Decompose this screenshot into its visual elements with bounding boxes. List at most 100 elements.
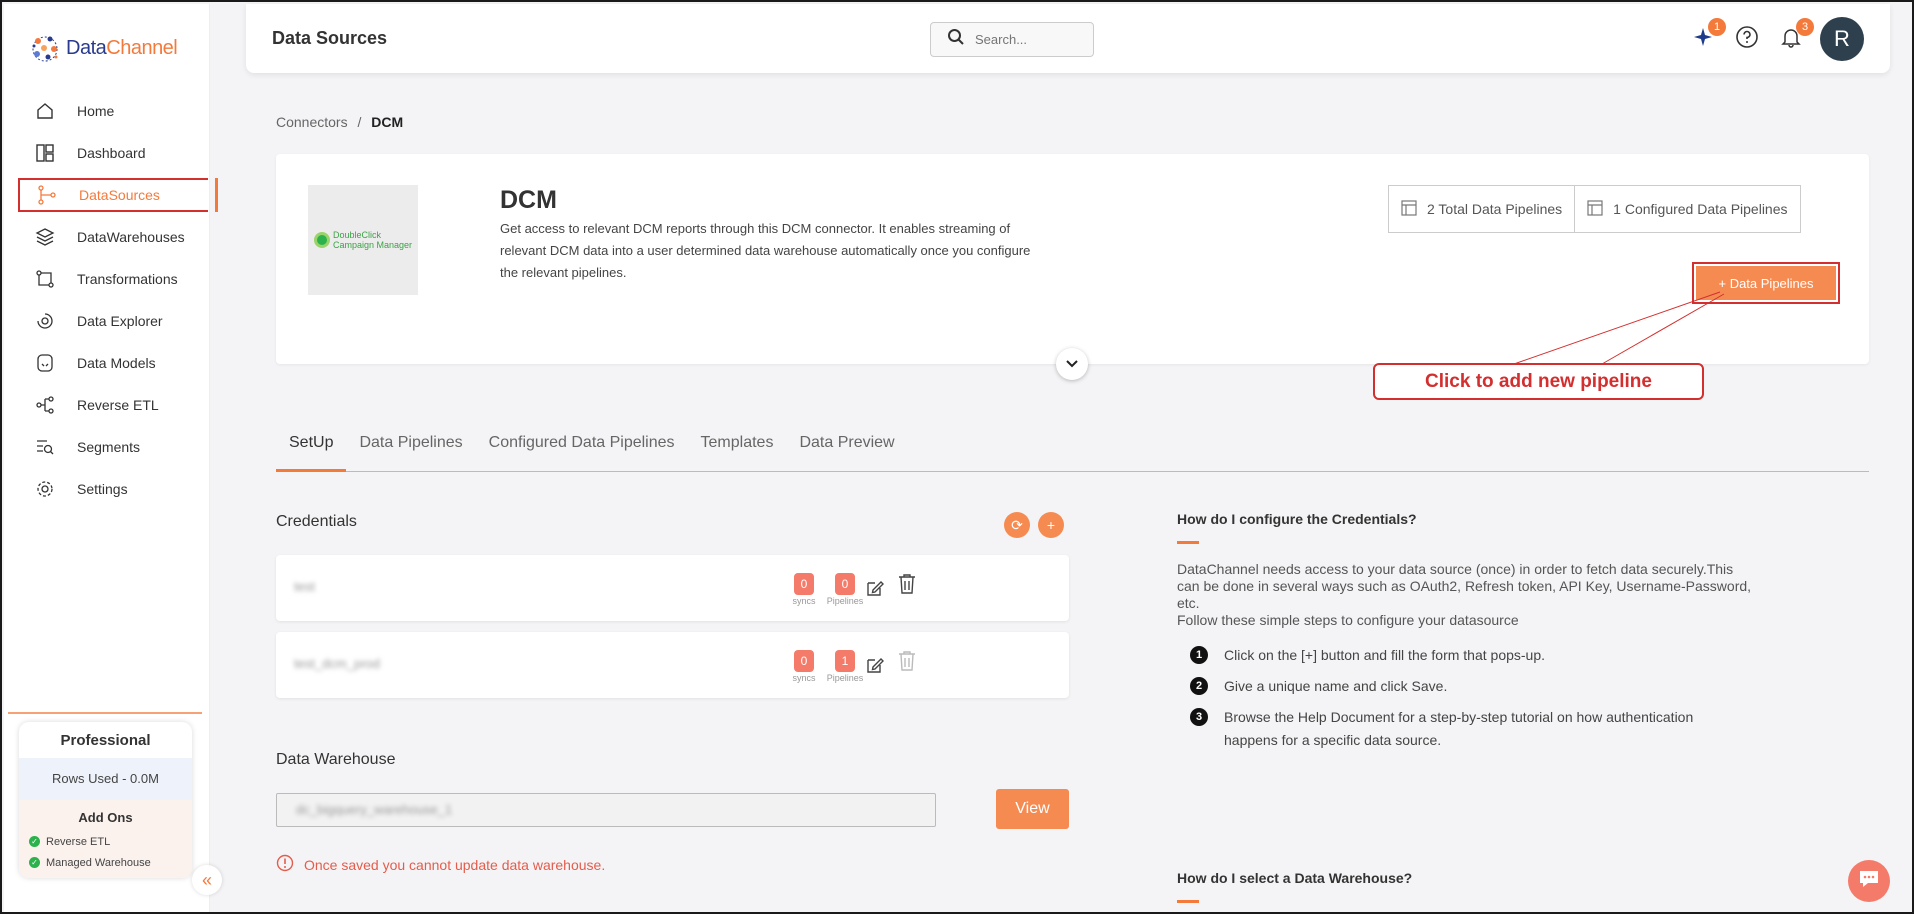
sidebar-item-label: DataWarehouses [77,229,185,245]
sidebar-item-dashboard[interactable]: Dashboard [18,132,208,174]
connector-logo: DoubleClick Campaign Manager [308,185,418,295]
annotation-callout: Click to add new pipeline [1373,363,1704,400]
sidebar-item-label: DataSources [79,187,160,203]
warehouse-title: Data Warehouse [276,751,396,768]
page-title: Data Sources [272,28,388,48]
help-steps: 1 Click on the [+] button and fill the fo… [1190,644,1750,760]
rows-used: Rows Used - 0.0M [19,758,192,800]
credential-name: test_dcm_prod [294,656,380,671]
help-accent-bar [1177,900,1199,903]
gear-icon [34,478,56,500]
help-button[interactable] [1734,25,1760,54]
help-accent-bar [1177,541,1199,544]
breadcrumb-current: DCM [371,114,404,130]
top-header: Data Sources 1 3 R [246,4,1890,73]
sidebar-item-segments[interactable]: Segments [18,426,208,468]
breadcrumb: Connectors / DCM [276,114,404,130]
tab-templates[interactable]: Templates [688,424,787,472]
credential-row[interactable]: test 0 syncs 0 Pipelines [276,555,1069,621]
notifications-button[interactable]: 3 [1778,18,1814,52]
table-icon [1587,199,1603,219]
syncs-counter: 0 syncs [784,573,824,606]
check-icon: ✓ [29,857,40,868]
home-icon [34,100,56,122]
warehouse-warning: Once saved you cannot update data wareho… [276,854,605,875]
sidebar-item-label: Data Models [77,355,156,371]
notification-badge: 3 [1796,18,1814,36]
refresh-icon: ⟳ [1011,516,1023,533]
credentials-title: Credentials [276,513,357,530]
addons-section: Add Ons ✓ Reverse ETL ✓ Managed Warehouse [19,800,192,878]
help-step: 3 Browse the Help Document for a step-by-… [1190,706,1750,752]
sidebar-item-data-models[interactable]: Data Models [18,342,208,384]
chat-icon [1857,868,1881,895]
addon-item: ✓ Managed Warehouse [19,852,192,873]
dashboard-icon [34,142,56,164]
addon-item: ✓ Reverse ETL [19,831,192,852]
sidebar-item-label: Settings [77,481,128,497]
credential-actions: ⟳ + [1004,512,1064,538]
credential-row[interactable]: test_dcm_prod 0 syncs 1 Pipelines [276,632,1069,698]
help-step: 2 Give a unique name and click Save. [1190,675,1750,698]
help-step: 1 Click on the [+] button and fill the fo… [1190,644,1750,667]
ai-sparkle-button[interactable]: 1 [1690,18,1726,52]
tab-data-pipelines[interactable]: Data Pipelines [346,424,475,472]
tab-setup[interactable]: SetUp [276,424,347,472]
connector-title: DCM [500,186,557,214]
pipelines-counter: 0 Pipelines [825,573,865,606]
tab-bar: SetUp Data Pipelines Configured Data Pip… [276,424,1869,472]
help-question-credentials: How do I configure the Credentials? [1177,511,1417,527]
datasources-icon [36,184,58,206]
sidebar-item-datawarehouses[interactable]: DataWarehouses [18,216,208,258]
view-warehouse-button[interactable]: View [996,789,1069,829]
app-frame: DataChannel Home Dashboard DataSources D… [0,0,1914,914]
brand-logo[interactable]: DataChannel [28,32,178,64]
refresh-credentials-button[interactable]: ⟳ [1004,512,1030,538]
dcm-logo-icon: DoubleClick Campaign Manager [313,230,412,250]
credential-name: test [294,579,315,594]
sidebar: DataChannel Home Dashboard DataSources D… [4,4,218,912]
trash-icon-disabled [896,650,918,672]
sidebar-item-label: Transformations [77,271,178,287]
help-icon [1735,25,1759,54]
plan-card: Professional Rows Used - 0.0M Add Ons ✓ R… [19,722,192,878]
plan-name: Professional [60,732,151,749]
sidebar-item-data-explorer[interactable]: Data Explorer [18,300,208,342]
plus-icon: + [1046,517,1056,533]
sidebar-item-home[interactable]: Home [18,90,208,132]
connector-card: DoubleClick Campaign Manager DCM Get acce… [276,154,1869,380]
search-box[interactable] [930,22,1094,57]
avatar[interactable]: R [1820,17,1864,61]
edit-icon[interactable] [864,577,886,599]
sidebar-nav: Home Dashboard DataSources DataWarehouse… [18,90,218,510]
sidebar-item-label: Segments [77,439,141,455]
transform-icon [34,268,56,290]
breadcrumb-connectors[interactable]: Connectors [276,114,348,130]
pipeline-stats: 2 Total Data Pipelines 1 Configured Data… [1388,185,1801,233]
sidebar-item-transformations[interactable]: Transformations [18,258,208,300]
syncs-counter: 0 syncs [784,650,824,683]
add-credential-button[interactable]: + [1038,512,1064,538]
collapse-sidebar-icon[interactable]: « [192,865,222,895]
configured-pipelines-stat: 1 Configured Data Pipelines [1575,185,1801,233]
models-icon [34,352,56,374]
pipelines-counter: 1 Pipelines [825,650,865,683]
sidebar-item-settings[interactable]: Settings [18,468,208,510]
edit-icon[interactable] [864,654,886,676]
sidebar-item-reverse-etl[interactable]: Reverse ETL [18,384,208,426]
add-pipeline-highlight: + Data Pipelines [1692,262,1840,304]
check-icon: ✓ [29,836,40,847]
warning-icon [276,854,294,875]
chat-support-button[interactable] [1848,860,1890,902]
add-data-pipeline-button[interactable]: + Data Pipelines [1696,266,1836,300]
layers-icon [34,226,56,248]
brand-name: DataChannel [66,36,178,59]
trash-icon[interactable] [896,573,918,595]
search-input[interactable] [975,32,1075,47]
reverse-etl-icon [34,394,56,416]
expand-card-button[interactable] [1056,348,1088,380]
sidebar-item-datasources[interactable]: DataSources [18,178,218,212]
tab-data-preview[interactable]: Data Preview [786,424,907,472]
sidebar-item-label: Dashboard [77,145,146,161]
tab-configured-data-pipelines[interactable]: Configured Data Pipelines [476,424,688,472]
